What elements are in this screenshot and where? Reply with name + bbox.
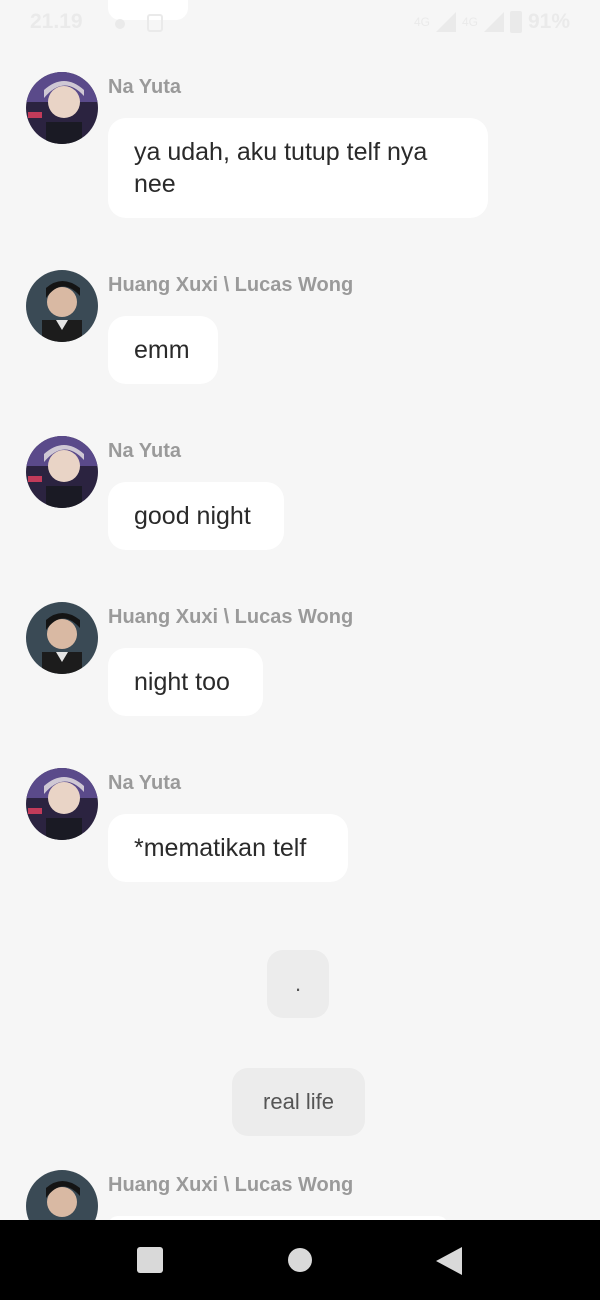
- signal-icon: [435, 12, 456, 32]
- message-bubble[interactable]: ya udah, aku tutup telf nya nee: [108, 118, 488, 218]
- status-indicators: 4G 4G 91%: [414, 10, 570, 34]
- sender-name: Huang Xuxi \ Lucas Wong: [108, 606, 354, 628]
- network-label-2: 4G: [461, 15, 478, 29]
- avatar[interactable]: [26, 768, 98, 840]
- signal-icon: [483, 12, 504, 32]
- avatar[interactable]: [26, 602, 98, 674]
- lucas-avatar-icon: [26, 602, 98, 674]
- network-label-1: 4G: [413, 15, 430, 29]
- sender-name: Na Yuta: [108, 440, 181, 462]
- sender-name: Huang Xuxi \ Lucas Wong: [108, 274, 354, 296]
- message-bubble[interactable]: night too: [108, 648, 263, 716]
- status-bar: 21.19 4G 4G 91%: [0, 0, 600, 44]
- sender-name: Huang Xuxi \ Lucas Wong: [108, 1174, 354, 1196]
- avatar[interactable]: [26, 436, 98, 508]
- yuta-avatar-icon: [26, 436, 98, 508]
- avatar[interactable]: [26, 270, 98, 342]
- yuta-avatar-icon: [26, 72, 98, 144]
- sender-name: Na Yuta: [108, 772, 181, 794]
- home-circle-icon[interactable]: [287, 1247, 313, 1273]
- status-time: 21.19: [30, 10, 83, 33]
- notification-icons: [115, 14, 163, 32]
- battery-level: 91%: [527, 10, 570, 33]
- lucas-avatar-icon: [26, 270, 98, 342]
- avatar[interactable]: [26, 72, 98, 144]
- navigation-bar: [0, 1220, 600, 1300]
- message-bubble[interactable]: emm: [108, 316, 218, 384]
- message-bubble[interactable]: good night: [108, 482, 284, 550]
- separator-pill[interactable]: real life: [232, 1068, 365, 1136]
- recents-square-icon[interactable]: [137, 1247, 163, 1273]
- back-triangle-icon[interactable]: [436, 1247, 462, 1275]
- separator-pill[interactable]: .: [267, 950, 329, 1018]
- sender-name: Na Yuta: [108, 76, 181, 98]
- battery-icon: [509, 11, 522, 33]
- message-bubble[interactable]: *mematikan telf: [108, 814, 348, 882]
- yuta-avatar-icon: [26, 768, 98, 840]
